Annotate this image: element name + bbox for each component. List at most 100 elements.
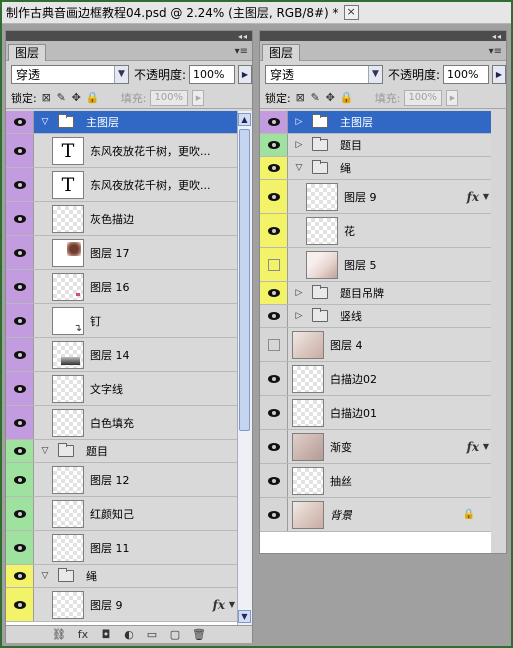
effects-expand-icon[interactable]: ▼ — [229, 600, 235, 609]
layer-row[interactable]: 抽丝 — [260, 464, 491, 498]
layer-row[interactable]: 图层 17 — [6, 236, 237, 270]
hidden-eye-icon[interactable] — [267, 338, 280, 351]
adjustment-layer-icon[interactable]: ◐ — [123, 628, 135, 641]
hidden-eye-icon[interactable] — [267, 258, 280, 271]
visibility-toggle[interactable] — [6, 270, 34, 303]
eye-icon[interactable] — [267, 118, 280, 126]
layer-row[interactable]: 花 — [260, 214, 491, 248]
visibility-toggle[interactable] — [6, 531, 34, 564]
scroll-up-arrow-icon[interactable]: ▲ — [238, 113, 251, 126]
visibility-toggle[interactable] — [260, 214, 288, 247]
visibility-toggle[interactable] — [6, 168, 34, 201]
new-group-icon[interactable]: ▭ — [146, 628, 158, 641]
visibility-toggle[interactable] — [6, 463, 34, 496]
eye-icon[interactable] — [13, 475, 26, 484]
layer-group-row[interactable]: ▷ 主图层 — [260, 111, 491, 134]
layer-row[interactable]: 图层 11 — [6, 531, 237, 565]
visibility-toggle[interactable] — [6, 588, 34, 621]
visibility-toggle[interactable] — [6, 406, 34, 439]
link-layers-icon[interactable]: ⛓ — [52, 628, 66, 641]
visibility-toggle[interactable] — [6, 111, 34, 133]
expand-down-icon[interactable]: ▽ — [38, 117, 52, 127]
add-style-icon[interactable]: fx — [77, 628, 89, 641]
layer-row[interactable]: 图层 5 — [260, 248, 491, 282]
layer-row[interactable]: 图层 14 — [6, 338, 237, 372]
eye-icon[interactable] — [13, 418, 26, 427]
expand-right-icon[interactable]: ▷ — [292, 311, 306, 321]
tab-layers[interactable]: 图层 — [8, 44, 47, 61]
panel-collapse-bar[interactable]: ◂◂ — [6, 31, 252, 41]
new-layer-icon[interactable]: ▢ — [169, 628, 181, 641]
eye-icon[interactable] — [13, 118, 26, 126]
chevron-down-icon[interactable]: ▼ — [113, 65, 128, 83]
layer-row[interactable]: 图层 9 fx ▼ — [260, 180, 491, 214]
visibility-toggle[interactable] — [260, 111, 288, 133]
expand-right-icon[interactable]: ▷ — [292, 140, 306, 150]
lock-position-move-icon[interactable]: ✥ — [325, 92, 336, 103]
panel-menu-icon[interactable]: ▾≡ — [489, 46, 502, 57]
visibility-toggle[interactable] — [260, 498, 288, 531]
layer-group-row[interactable]: ▷ 题目 — [260, 134, 491, 157]
scroll-down-arrow-icon[interactable]: ▼ — [238, 610, 251, 623]
visibility-toggle[interactable] — [6, 497, 34, 530]
lock-position-move-icon[interactable]: ✥ — [71, 92, 82, 103]
layer-row[interactable]: 钉 — [6, 304, 237, 338]
eye-icon[interactable] — [267, 226, 280, 235]
eye-icon[interactable] — [13, 543, 26, 552]
chevron-down-icon[interactable]: ▼ — [367, 65, 382, 83]
eye-icon[interactable] — [13, 282, 26, 291]
fill-arrow-icon[interactable]: ▶ — [446, 89, 459, 106]
eye-icon[interactable] — [267, 192, 280, 201]
layer-row[interactable]: 灰色描边 — [6, 202, 237, 236]
layer-row[interactable]: 背景 🔒 — [260, 498, 491, 532]
lock-transparency-icon[interactable]: ⊠ — [295, 92, 306, 103]
eye-icon[interactable] — [13, 509, 26, 518]
expand-down-icon[interactable]: ▽ — [292, 163, 306, 173]
layer-group-row[interactable]: ▷ 题目吊牌 — [260, 282, 491, 305]
visibility-toggle[interactable] — [260, 157, 288, 179]
eye-icon[interactable] — [267, 408, 280, 417]
eye-icon[interactable] — [13, 214, 26, 223]
visibility-toggle[interactable] — [6, 236, 34, 269]
delete-layer-icon[interactable]: 🗑 — [192, 628, 206, 641]
visibility-toggle[interactable] — [6, 440, 34, 462]
visibility-toggle[interactable] — [260, 134, 288, 156]
effects-expand-icon[interactable]: ▼ — [483, 442, 489, 451]
eye-icon[interactable] — [13, 248, 26, 257]
document-tab[interactable]: 制作古典音画边框教程04.psd @ 2.24% (主图层, RGB/8#) *… — [2, 2, 511, 24]
visibility-toggle[interactable] — [6, 338, 34, 371]
layer-effects-icon[interactable]: fx — [467, 440, 479, 454]
eye-icon[interactable] — [267, 141, 280, 149]
visibility-toggle[interactable] — [260, 305, 288, 327]
eye-icon[interactable] — [13, 316, 26, 325]
visibility-toggle[interactable] — [6, 304, 34, 337]
opacity-slider-arrow-icon[interactable]: ▶ — [491, 64, 506, 84]
visibility-toggle[interactable] — [260, 328, 288, 361]
eye-icon[interactable] — [13, 600, 26, 609]
opacity-input[interactable]: 100% — [189, 64, 235, 84]
tab-layers[interactable]: 图层 — [262, 44, 301, 61]
layer-row[interactable]: 白色填充 — [6, 406, 237, 440]
layer-group-row[interactable]: ▷ 竖线 — [260, 305, 491, 328]
layer-row[interactable]: 图层 9 fx ▼ — [6, 588, 237, 622]
eye-icon[interactable] — [267, 312, 280, 320]
visibility-toggle[interactable] — [260, 180, 288, 213]
lock-pixels-brush-icon[interactable]: ✎ — [310, 92, 321, 103]
expand-right-icon[interactable]: ▷ — [292, 117, 306, 127]
expand-down-icon[interactable]: ▽ — [38, 446, 52, 456]
layer-row[interactable]: 白描边01 — [260, 396, 491, 430]
fill-arrow-icon[interactable]: ▶ — [192, 89, 205, 106]
visibility-toggle[interactable] — [260, 430, 288, 463]
visibility-toggle[interactable] — [6, 565, 34, 587]
visibility-toggle[interactable] — [260, 248, 288, 281]
eye-icon[interactable] — [13, 146, 26, 155]
eye-icon[interactable] — [13, 447, 26, 455]
eye-icon[interactable] — [267, 374, 280, 383]
lock-all-icon[interactable]: 🔒 — [340, 92, 354, 103]
opacity-slider-arrow-icon[interactable]: ▶ — [237, 64, 252, 84]
layer-group-row[interactable]: ▽ 主图层 — [6, 111, 237, 134]
lock-transparency-icon[interactable]: ⊠ — [41, 92, 52, 103]
eye-icon[interactable] — [267, 510, 280, 519]
visibility-toggle[interactable] — [260, 362, 288, 395]
layer-effects-icon[interactable]: fx — [467, 190, 479, 204]
